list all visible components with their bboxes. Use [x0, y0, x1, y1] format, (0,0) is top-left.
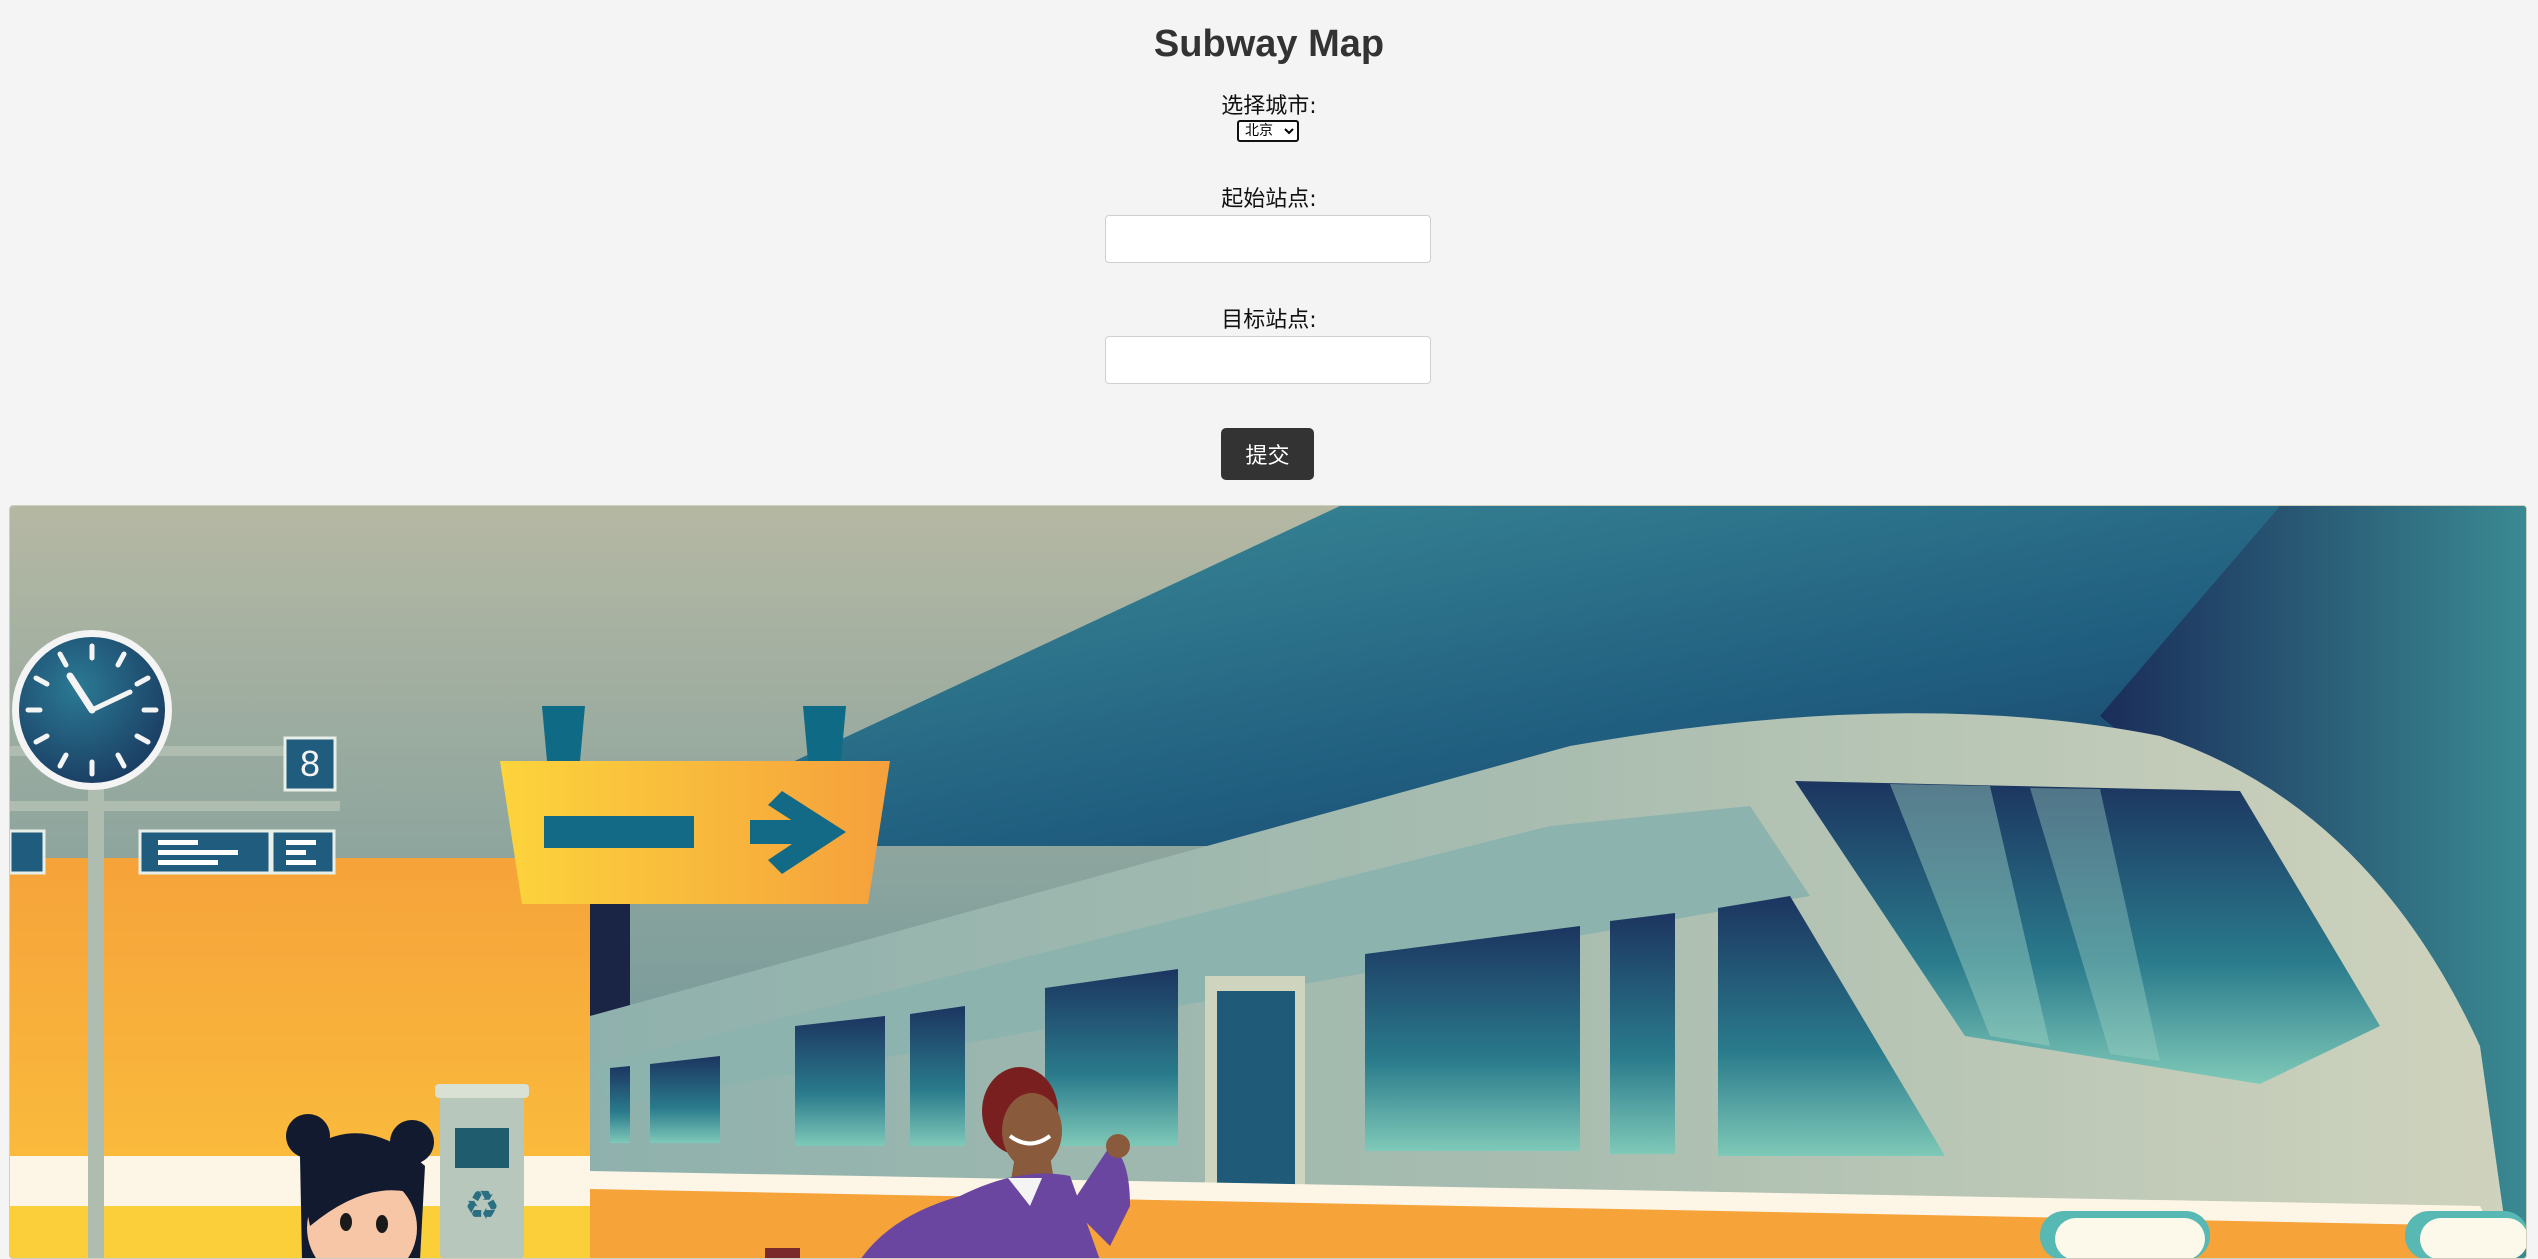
city-label: 选择城市: — [1221, 94, 1317, 119]
submit-button[interactable]: 提交 — [1221, 428, 1314, 480]
recycle-icon: ♻ — [435, 1084, 529, 1258]
girl-character — [286, 1114, 434, 1258]
platform-number-sign: 8 — [283, 736, 337, 792]
start-station-label: 起始站点: — [1221, 187, 1317, 212]
subway-illustration-svg: 8 ♻ — [10, 506, 2526, 1258]
clock-icon — [12, 630, 172, 790]
page-title: Subway Map — [1153, 23, 1385, 65]
end-station-label: 目标站点: — [1221, 308, 1317, 333]
svg-text:♻: ♻ — [464, 1183, 500, 1229]
end-station-input[interactable] — [1105, 336, 1431, 384]
city-select[interactable]: 北京 — [1237, 120, 1299, 142]
platform-number: 8 — [300, 743, 320, 784]
start-station-input[interactable] — [1105, 215, 1431, 263]
subway-illustration: 8 ♻ — [9, 505, 2527, 1259]
